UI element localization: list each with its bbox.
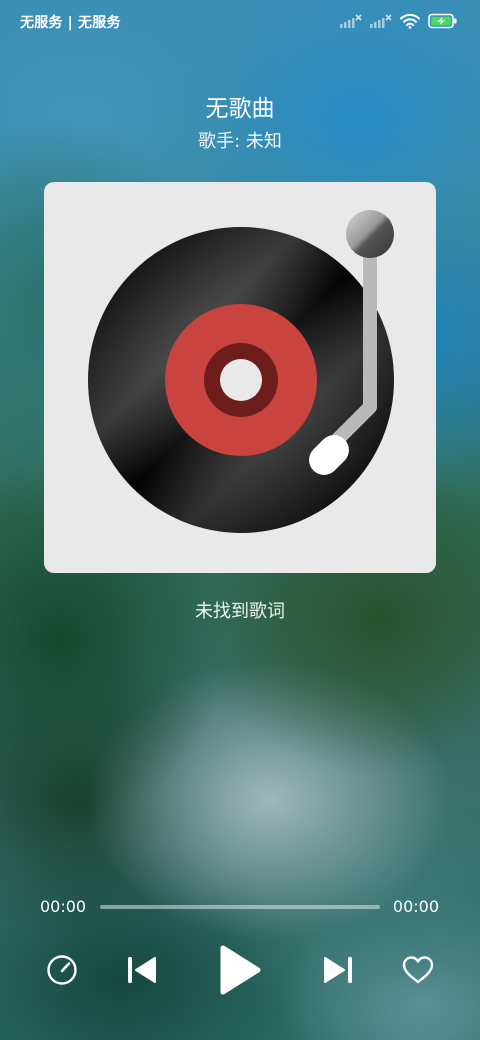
battery-charging-icon [428, 13, 458, 29]
wifi-icon [400, 13, 420, 29]
play-button[interactable] [210, 938, 270, 1002]
artist-label: 歌手: 未知 [198, 131, 282, 152]
speed-gauge-icon [47, 955, 77, 985]
signal-no-service-icon [370, 14, 392, 28]
status-bar: 无服务 | 无服务 [0, 0, 480, 42]
total-time: 00:00 [392, 897, 439, 916]
skip-previous-icon [128, 957, 156, 983]
lyrics-status: 未找到歌词 [195, 601, 285, 622]
heart-outline-icon [402, 956, 434, 984]
progress-bar[interactable] [100, 905, 380, 909]
previous-button[interactable] [122, 950, 162, 990]
song-title: 无歌曲 [205, 96, 275, 122]
album-cover [44, 182, 436, 573]
play-icon [220, 945, 261, 995]
carrier-label: 无服务 | 无服务 [20, 15, 121, 31]
next-button[interactable] [318, 950, 358, 990]
playback-speed-button[interactable] [42, 950, 82, 990]
current-time: 00:00 [40, 897, 87, 916]
signal-no-service-icon [340, 14, 362, 28]
tone-arm-knob [346, 210, 394, 258]
favorite-button[interactable] [398, 950, 438, 990]
vinyl-turntable-icon [88, 210, 394, 533]
skip-next-icon [324, 957, 352, 983]
status-icons [340, 12, 458, 30]
